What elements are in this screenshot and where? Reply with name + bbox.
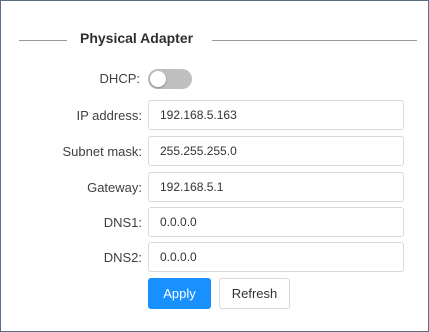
apply-button[interactable]: Apply [148,278,211,309]
dhcp-label: DHCP: [99,71,140,86]
gateway-label: Gateway: [87,180,142,195]
gateway-row: Gateway: [1,172,429,204]
dns1-label: DNS1: [103,215,142,230]
divider-left [19,40,67,41]
ip-address-row: IP address: [1,100,429,132]
dns2-input[interactable] [148,242,404,272]
subnet-mask-input[interactable] [148,136,404,166]
toggle-knob [150,71,166,87]
dns1-row: DNS1: [1,207,429,239]
gateway-input[interactable] [148,172,404,202]
section-header: Physical Adapter [19,29,417,49]
subnet-mask-label: Subnet mask: [62,144,143,159]
subnet-mask-row: Subnet mask: [1,136,429,168]
dhcp-toggle[interactable] [148,69,192,89]
settings-panel: Physical Adapter DHCP: IP address: Subne… [0,0,429,332]
section-title: Physical Adapter [80,30,194,46]
dns1-input[interactable] [148,207,404,237]
dns2-label: DNS2: [103,250,142,265]
refresh-button[interactable]: Refresh [219,278,290,309]
divider-right [212,40,417,41]
ip-address-input[interactable] [148,100,404,130]
ip-address-label: IP address: [76,108,142,123]
dns2-row: DNS2: [1,242,429,274]
